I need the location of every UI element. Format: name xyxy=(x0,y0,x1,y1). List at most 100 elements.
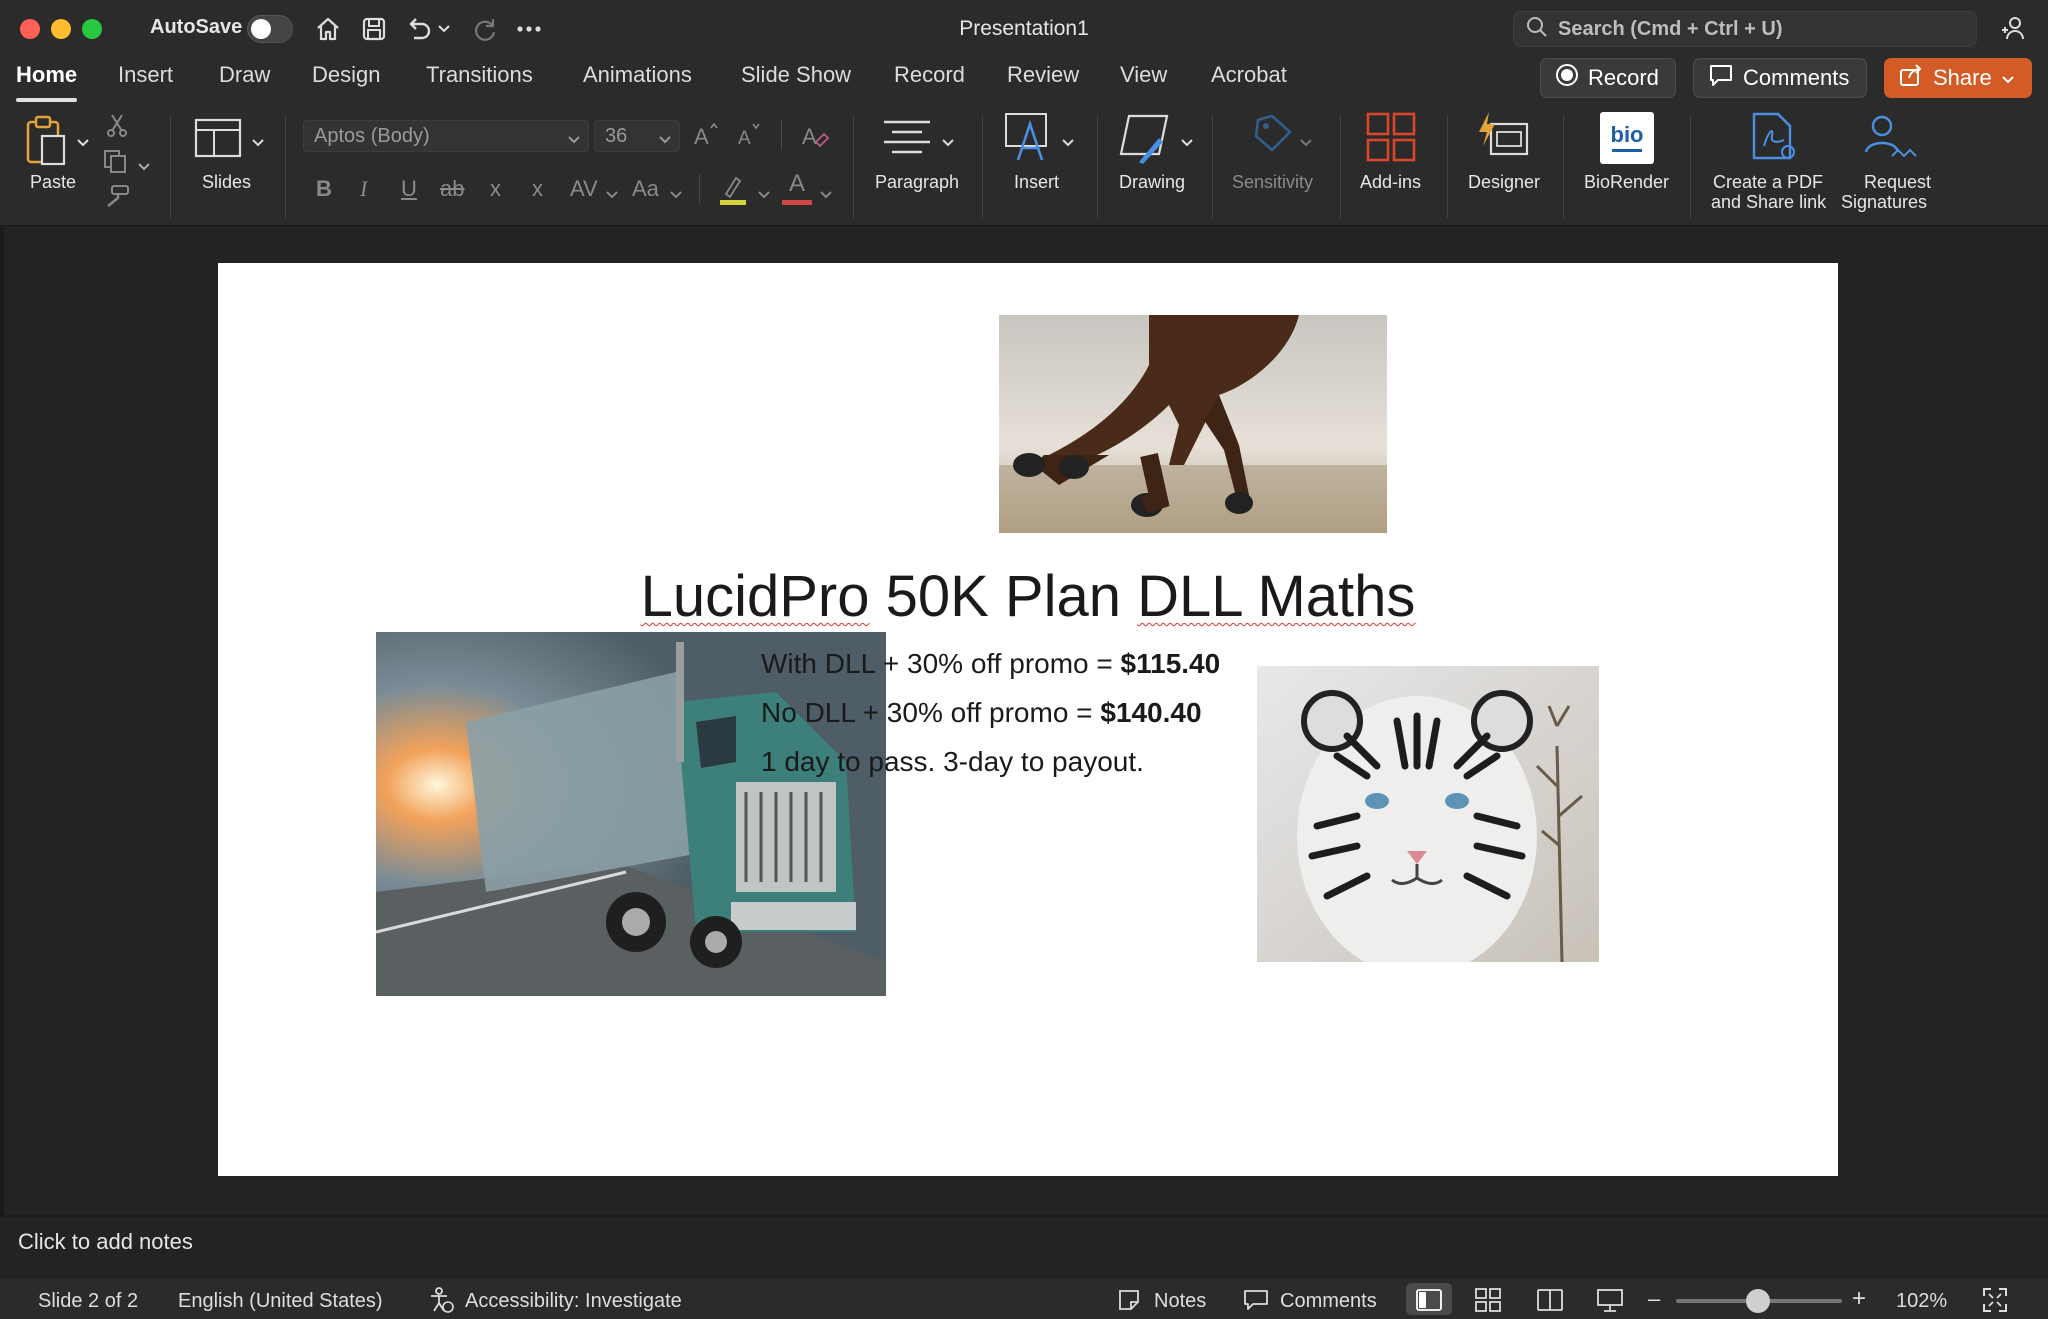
tab-acrobat[interactable]: Acrobat xyxy=(1211,62,1287,88)
comments-toggle-label[interactable]: Comments xyxy=(1280,1290,1377,1313)
zoom-level[interactable]: 102% xyxy=(1896,1290,1947,1313)
create-pdf-group[interactable]: Create a PDF and Share link xyxy=(1700,106,1840,226)
reading-view-icon[interactable] xyxy=(1536,1286,1564,1314)
comment-icon xyxy=(1708,63,1734,93)
decrease-font-size-icon[interactable]: A xyxy=(736,120,764,153)
account-icon[interactable] xyxy=(1996,12,2030,46)
tab-design[interactable]: Design xyxy=(312,62,380,88)
home-icon[interactable] xyxy=(311,12,345,46)
cut-icon[interactable] xyxy=(104,112,130,143)
language-indicator[interactable]: English (United States) xyxy=(178,1290,383,1313)
tab-record[interactable]: Record xyxy=(894,62,965,88)
highlight-color-icon[interactable] xyxy=(718,172,748,213)
slide-sorter-icon[interactable] xyxy=(1474,1286,1502,1314)
slide[interactable]: LucidPro 50K Plan DLL Maths With DLL + 3… xyxy=(218,263,1838,1176)
superscript-button[interactable]: x xyxy=(490,176,501,202)
white-tiger-image[interactable] xyxy=(1257,666,1599,962)
font-size-select[interactable]: 36 xyxy=(594,120,680,152)
bold-button[interactable]: B xyxy=(316,176,332,202)
zoom-window-button[interactable] xyxy=(82,19,102,39)
semi-truck-image[interactable] xyxy=(376,632,886,996)
font-color-icon[interactable]: A xyxy=(782,170,812,205)
font-name-select[interactable]: Aptos (Body) xyxy=(303,120,589,152)
biorender-group[interactable]: bio BioRender xyxy=(1572,106,1682,226)
subscript-button[interactable]: x xyxy=(532,176,543,202)
undo-icon[interactable] xyxy=(402,12,436,46)
drawing-label: Drawing xyxy=(1119,172,1186,192)
new-slide-icon[interactable] xyxy=(194,118,242,163)
fit-to-window-icon[interactable] xyxy=(1982,1286,2008,1314)
share-button[interactable]: Share xyxy=(1884,58,2032,98)
tab-review[interactable]: Review xyxy=(1007,62,1079,88)
strikethrough-button[interactable]: ab xyxy=(440,176,464,202)
share-dropdown-chevron-icon[interactable] xyxy=(2001,65,2015,91)
accessibility-icon[interactable] xyxy=(428,1286,454,1314)
zoom-in-button[interactable]: + xyxy=(1852,1285,1866,1313)
insert-group[interactable]: Insert xyxy=(990,106,1090,226)
svg-text:A: A xyxy=(802,124,817,149)
change-case-button[interactable]: Aa xyxy=(632,176,659,202)
comment-icon[interactable] xyxy=(1242,1286,1270,1314)
ribbon-separator xyxy=(1097,116,1098,218)
galloping-horse-image[interactable] xyxy=(999,315,1387,533)
chevron-down-icon xyxy=(942,134,954,152)
character-spacing-button[interactable]: AV xyxy=(570,176,598,202)
zoom-slider-handle[interactable] xyxy=(1746,1289,1770,1313)
request-signatures-group[interactable]: Request Signatures xyxy=(1836,106,1936,226)
drawing-group[interactable]: Drawing xyxy=(1105,106,1215,226)
zoom-out-button[interactable]: – xyxy=(1648,1286,1660,1312)
slide-show-icon[interactable] xyxy=(1596,1286,1624,1314)
accessibility-status[interactable]: Accessibility: Investigate xyxy=(465,1290,682,1313)
increase-font-size-icon[interactable]: A xyxy=(692,120,720,153)
tab-slide-show[interactable]: Slide Show xyxy=(741,62,851,88)
chevron-down-icon[interactable] xyxy=(606,186,618,204)
redo-icon[interactable] xyxy=(468,12,502,46)
chevron-down-icon[interactable] xyxy=(758,186,770,204)
notes-toggle-label[interactable]: Notes xyxy=(1154,1290,1206,1313)
paste-icon[interactable] xyxy=(24,114,74,173)
slides-dropdown-chevron-icon[interactable] xyxy=(252,134,264,152)
designer-icon xyxy=(1475,110,1531,167)
tab-insert[interactable]: Insert xyxy=(118,62,173,88)
tab-animations[interactable]: Animations xyxy=(583,62,692,88)
addins-grid-icon xyxy=(1366,112,1416,169)
clear-formatting-icon[interactable]: A xyxy=(800,120,830,155)
notes-icon[interactable] xyxy=(1117,1286,1143,1314)
minimize-window-button[interactable] xyxy=(51,19,71,39)
notes-pane[interactable]: Click to add notes xyxy=(0,1217,2048,1277)
autosave-toggle[interactable] xyxy=(247,15,293,43)
copy-icon[interactable] xyxy=(102,148,128,179)
record-button[interactable]: Record xyxy=(1540,58,1676,98)
slide-title[interactable]: LucidPro 50K Plan DLL Maths xyxy=(218,563,1838,630)
body-line-1[interactable]: With DLL + 30% off promo = $115.40 xyxy=(761,648,1220,680)
addins-group[interactable]: Add-ins xyxy=(1348,106,1438,226)
sensitivity-group[interactable]: Sensitivity xyxy=(1220,106,1335,226)
record-label: Record xyxy=(1588,65,1659,90)
tab-view[interactable]: View xyxy=(1120,62,1167,88)
tab-home[interactable]: Home xyxy=(16,62,78,102)
tab-transitions[interactable]: Transitions xyxy=(426,62,533,88)
undo-dropdown-chevron-icon[interactable] xyxy=(434,12,454,46)
share-label: Share xyxy=(1933,65,1992,90)
format-painter-icon[interactable] xyxy=(104,184,130,215)
body-line-2[interactable]: No DLL + 30% off promo = $140.40 xyxy=(761,697,1202,729)
close-window-button[interactable] xyxy=(20,19,40,39)
create-pdf-label-line1: Create a PDF xyxy=(1713,172,1824,192)
copy-dropdown-chevron-icon[interactable] xyxy=(138,158,150,176)
underline-button[interactable]: U xyxy=(401,176,417,202)
addins-label: Add-ins xyxy=(1360,172,1422,192)
paste-dropdown-chevron-icon[interactable] xyxy=(77,134,89,152)
search-box[interactable]: Search (Cmd + Ctrl + U) xyxy=(1513,11,1977,47)
chevron-down-icon[interactable] xyxy=(670,186,682,204)
tab-draw[interactable]: Draw xyxy=(219,62,270,88)
comments-button[interactable]: Comments xyxy=(1693,58,1867,98)
more-options-icon[interactable] xyxy=(512,12,546,46)
chevron-down-icon[interactable] xyxy=(820,186,832,204)
body-line-3[interactable]: 1 day to pass. 3-day to payout. xyxy=(761,746,1144,778)
chevron-down-icon xyxy=(1181,134,1193,152)
save-icon[interactable] xyxy=(357,12,391,46)
body-line-3-text: 1 day to pass. 3-day to payout. xyxy=(761,746,1144,777)
paragraph-group[interactable]: Paragraph xyxy=(860,106,978,226)
designer-group[interactable]: Designer xyxy=(1455,106,1555,226)
italic-button[interactable]: I xyxy=(360,176,367,202)
